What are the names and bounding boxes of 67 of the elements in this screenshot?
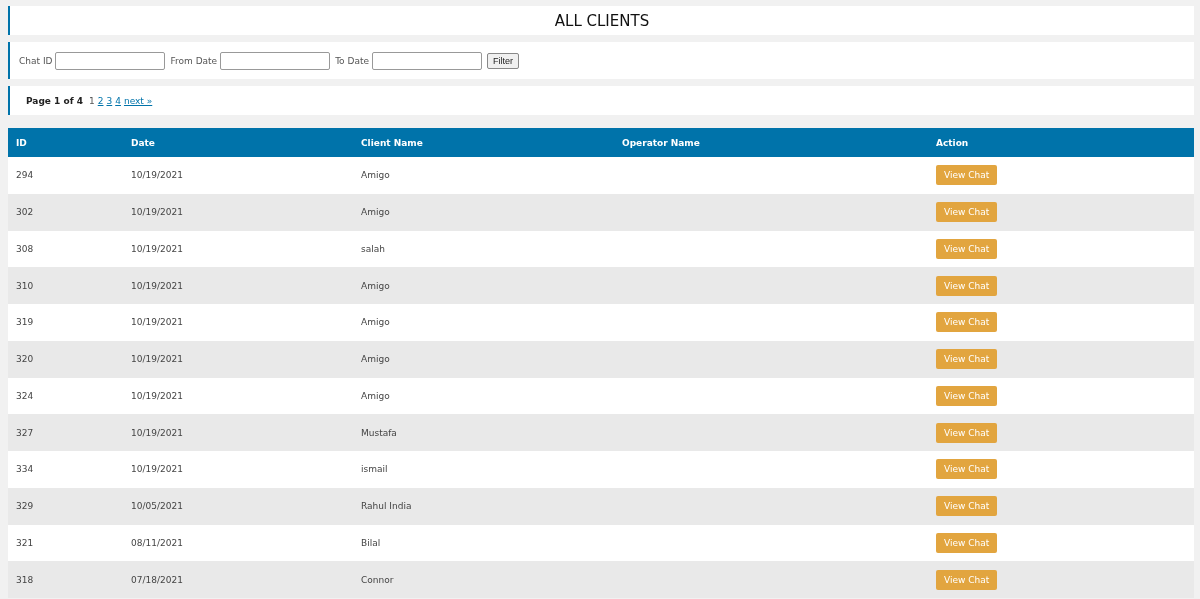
table-cell-text: 318 [15, 574, 35, 585]
table-cell-text: 329 [15, 501, 35, 512]
table-cell-text: Amigo [360, 207, 391, 218]
filter-button[interactable]: Filter [487, 52, 519, 69]
column-header: Action [935, 137, 970, 148]
table-cell-text: Amigo [360, 390, 391, 401]
table-cell-text: 08/11/2021 [130, 537, 184, 548]
table-cell-text: 302 [15, 207, 35, 218]
table-cell-text: 10/19/2021 [130, 317, 184, 328]
table-cell-text: 10/19/2021 [130, 427, 184, 438]
table-cell-text: 10/19/2021 [130, 464, 184, 475]
table-cell-text: 334 [15, 464, 35, 475]
page-link[interactable]: 2 [97, 95, 104, 106]
page-link[interactable]: 3 [106, 95, 113, 106]
view-chat-button[interactable]: View Chat [936, 385, 998, 406]
column-header: Date [130, 137, 156, 148]
table-cell-text: 10/19/2021 [130, 280, 184, 291]
table-cell-text: ismail [360, 464, 389, 475]
table-cell-text: Rahul India [360, 501, 413, 512]
input-field[interactable] [220, 51, 331, 70]
table-cell-text: 321 [15, 537, 35, 548]
view-chat-button[interactable]: View Chat [936, 238, 998, 259]
table-cell-text: 319 [15, 317, 35, 328]
table-cell-text: 10/19/2021 [130, 390, 184, 401]
input-field[interactable] [372, 51, 482, 70]
next-link[interactable]: next » [123, 95, 153, 106]
table-cell-text: Bilal [360, 537, 382, 548]
view-chat-button[interactable]: View Chat [936, 349, 998, 370]
view-chat-button[interactable]: View Chat [936, 532, 998, 553]
table-cell-text: Amigo [360, 317, 391, 328]
table-cell-text: Amigo [360, 170, 391, 181]
view-chat-button[interactable]: View Chat [936, 459, 998, 480]
table-cell-text: Amigo [360, 280, 391, 291]
view-chat-button[interactable]: View Chat [936, 569, 998, 590]
table-cell-text: 294 [15, 170, 35, 181]
view-chat-button[interactable]: View Chat [936, 312, 998, 333]
view-chat-button[interactable]: View Chat [936, 202, 998, 223]
table-cell-text: Connor [360, 574, 395, 585]
view-chat-button[interactable]: View Chat [936, 422, 998, 443]
input-field[interactable] [55, 51, 166, 70]
table-cell-text: Mustafa [360, 427, 398, 438]
field-label: To Date [335, 55, 369, 66]
field-label: From Date [170, 55, 218, 66]
view-chat-button[interactable]: View Chat [936, 496, 998, 517]
field-label: Chat ID [19, 55, 53, 66]
page-summary: Page 1 of 4 [26, 95, 83, 106]
table-cell-text: 10/19/2021 [130, 207, 184, 218]
page-link[interactable]: 4 [115, 95, 121, 106]
view-chat-button[interactable]: View Chat [936, 275, 998, 296]
table-cell-text: 10/05/2021 [130, 501, 184, 512]
table-cell-text: 10/19/2021 [130, 354, 184, 365]
table-cell-text: salah [360, 243, 386, 254]
page-title: ALL CLIENTS [554, 11, 650, 30]
page-link[interactable]: 1 [89, 95, 95, 106]
column-header: ID [15, 137, 28, 148]
table-cell-text: 324 [15, 390, 35, 401]
table-cell-text: 310 [15, 280, 35, 291]
table-cell-text: 308 [15, 243, 35, 254]
table-cell-text: 327 [15, 427, 35, 438]
table-cell-text: 07/18/2021 [130, 574, 184, 585]
table-cell-text: Amigo [360, 354, 391, 365]
table-cell-text: 10/19/2021 [130, 243, 184, 254]
column-header: Operator Name [621, 137, 701, 148]
view-chat-button[interactable]: View Chat [936, 165, 998, 186]
table-cell-text: 320 [15, 354, 35, 365]
table-cell-text: 10/19/2021 [130, 170, 184, 181]
column-header: Client Name [360, 137, 424, 148]
